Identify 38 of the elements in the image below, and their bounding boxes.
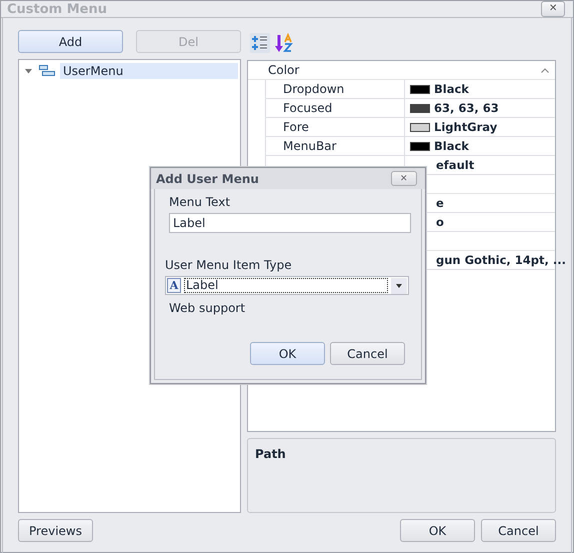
collapse-icon[interactable] — [541, 68, 549, 72]
category-label: Color — [268, 63, 300, 77]
dropdown-value: Label — [184, 278, 388, 293]
tree-item[interactable]: UserMenu — [60, 63, 238, 79]
add-button[interactable]: Add — [18, 30, 123, 53]
categorized-icon[interactable] — [250, 33, 270, 53]
property-value: gun Gothic, 14pt, ... — [435, 253, 566, 267]
previews-button[interactable]: Previews — [18, 519, 93, 542]
item-type-dropdown[interactable]: A Label — [165, 276, 409, 295]
property-value: Black — [434, 139, 469, 153]
expanded-arrow-icon[interactable] — [25, 68, 32, 74]
property-value: Black — [434, 82, 469, 96]
ok-button[interactable]: OK — [250, 342, 325, 365]
dialog-title: Add User Menu — [156, 172, 259, 186]
ok-button[interactable]: OK — [400, 519, 475, 542]
property-value: e — [435, 196, 444, 210]
close-button[interactable]: ✕ — [391, 171, 417, 186]
property-name: Fore — [283, 120, 309, 134]
property-value: o — [435, 215, 444, 229]
property-value: LightGray — [434, 120, 498, 134]
web-support-text: Web support — [169, 300, 246, 316]
field-label: User Menu Item Type — [165, 257, 293, 273]
window-title: Custom Menu — [7, 2, 108, 16]
sort-alphabetical-icon[interactable] — [274, 33, 294, 53]
property-name: Focused — [283, 101, 332, 115]
menu-text-field[interactable]: Label — [169, 213, 411, 233]
property-name: Dropdown — [283, 82, 344, 96]
label-type-icon: A — [167, 278, 181, 293]
close-button[interactable]: ✕ — [541, 1, 565, 17]
menu-icon — [39, 65, 55, 77]
field-label: Menu Text — [169, 194, 232, 210]
cancel-button[interactable]: Cancel — [330, 342, 405, 365]
caret-icon — [391, 278, 407, 294]
property-value: 63, 63, 63 — [434, 101, 499, 115]
property-name: MenuBar — [283, 139, 336, 153]
property-value: efault — [435, 158, 474, 172]
description-title: Path — [255, 447, 286, 461]
cancel-button[interactable]: Cancel — [481, 519, 556, 542]
